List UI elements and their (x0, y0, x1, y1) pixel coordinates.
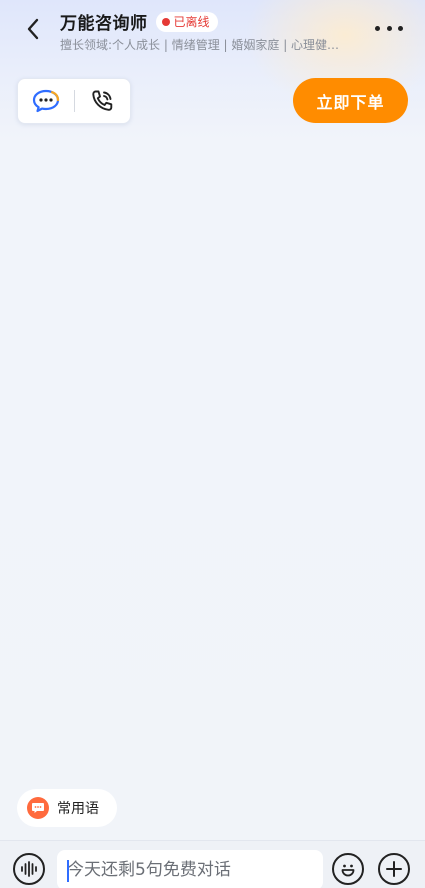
text-caret (67, 860, 69, 882)
chat-page: 万能咨询师 已离线 擅长领域:个人成长 | 情绪管理 | 婚姻家庭 | 心理健… (0, 0, 425, 888)
voice-button[interactable] (13, 853, 45, 885)
phone-icon (92, 90, 113, 111)
status-label: 已离线 (173, 15, 210, 29)
title-row: 万能咨询师 已离线 (60, 9, 218, 34)
message-button[interactable] (18, 78, 74, 124)
contact-options (17, 78, 131, 124)
more-dot-icon (375, 25, 380, 31)
more-actions-button[interactable] (378, 853, 410, 885)
voice-wave-icon (21, 861, 37, 877)
chat-header: 万能咨询师 已离线 擅长领域:个人成长 | 情绪管理 | 婚姻家庭 | 心理健… (0, 0, 425, 60)
emoji-icon (341, 864, 355, 877)
phrase-bubble-icon (27, 797, 49, 819)
chat-bubble-icon (32, 89, 59, 113)
more-button[interactable] (375, 18, 403, 38)
call-button[interactable] (74, 78, 130, 124)
quick-phrases-label: 常用语 (57, 801, 99, 817)
input-bar (0, 840, 425, 888)
emoji-button[interactable] (332, 853, 364, 885)
specialty-subtitle: 擅长领域:个人成长 | 情绪管理 | 婚姻家庭 | 心理健… (60, 38, 340, 52)
message-input[interactable] (57, 850, 323, 888)
place-order-button[interactable]: 立即下单 (293, 78, 408, 123)
status-badge: 已离线 (155, 11, 218, 32)
more-dot-icon (386, 25, 392, 31)
page-title: 万能咨询师 (60, 14, 148, 34)
plus-icon (386, 861, 402, 877)
offline-dot-icon (161, 17, 170, 26)
quick-phrases-button[interactable]: 常用语 (17, 789, 117, 827)
chevron-left-icon (27, 18, 39, 40)
back-button[interactable] (18, 14, 48, 44)
more-dot-icon (398, 25, 403, 31)
